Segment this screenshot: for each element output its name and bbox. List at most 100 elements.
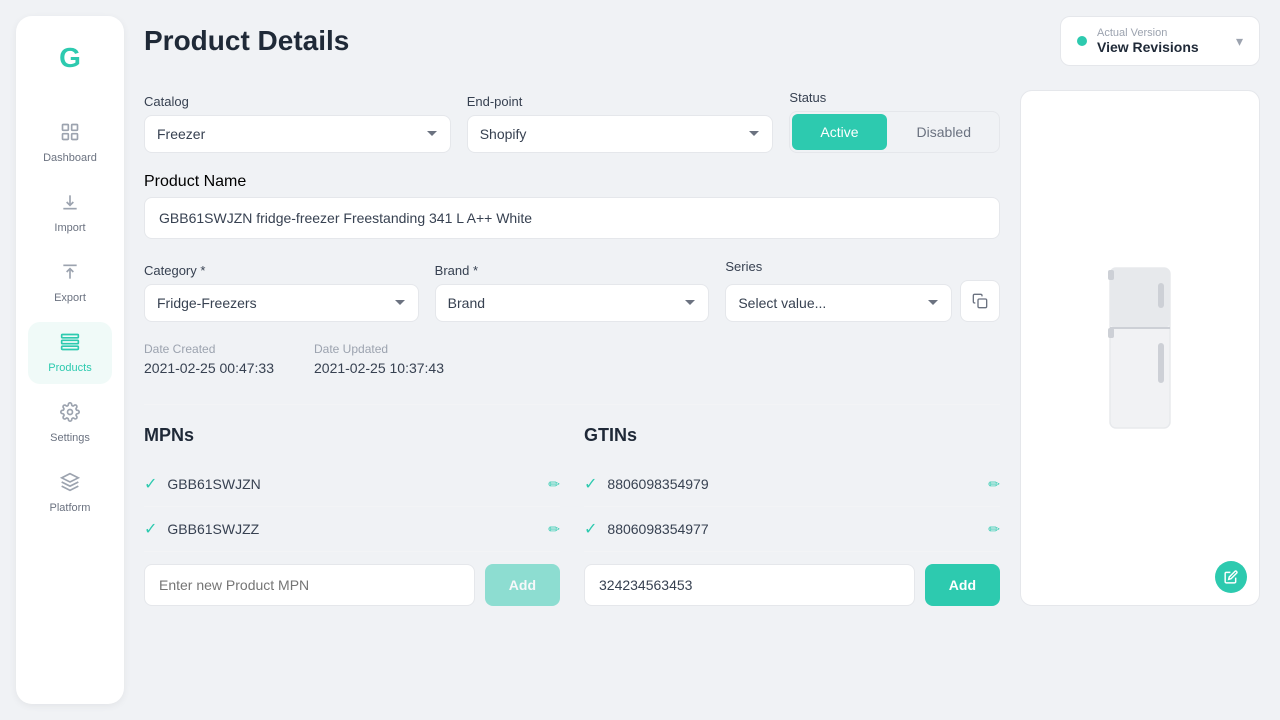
catalog-select[interactable]: Freezer: [144, 115, 451, 153]
gtin-edit-button-0[interactable]: ✏: [988, 476, 1000, 493]
main-content: Product Details Actual Version View Revi…: [124, 0, 1280, 720]
dates-row: Date Created 2021-02-25 00:47:33 Date Up…: [144, 342, 1000, 376]
category-brand-series-row: Category * Fridge-Freezers Brand * Brand…: [144, 259, 1000, 322]
mpn-input[interactable]: [144, 564, 475, 606]
chevron-down-icon: ▾: [1236, 33, 1243, 50]
status-active-button[interactable]: Active: [792, 114, 886, 150]
catalog-group: Catalog Freezer: [144, 94, 451, 153]
gtin-item-1: ✓ 8806098354977 ✏: [584, 507, 1000, 552]
product-image-panel: [1020, 90, 1260, 606]
date-created-group: Date Created 2021-02-25 00:47:33: [144, 342, 274, 376]
brand-label: Brand *: [435, 263, 710, 278]
image-edit-button[interactable]: [1215, 561, 1247, 593]
gtin-edit-button-1[interactable]: ✏: [988, 521, 1000, 538]
sidebar-item-settings[interactable]: Settings: [28, 392, 112, 454]
status-label: Status: [789, 90, 1000, 105]
version-status-dot: [1077, 36, 1087, 46]
sidebar-item-dashboard-label: Dashboard: [43, 152, 97, 164]
series-select[interactable]: Select value...: [725, 284, 952, 322]
gtin-check-icon-0: ✓: [584, 474, 597, 494]
mpns-column: MPNs ✓ GBB61SWJZN ✏ ✓ GBB61SWJZZ ✏: [144, 425, 560, 606]
gtin-value-1: 8806098354977: [607, 521, 708, 537]
date-created-value: 2021-02-25 00:47:33: [144, 360, 274, 376]
mpn-edit-button-1[interactable]: ✏: [548, 521, 560, 538]
mpn-add-button[interactable]: Add: [485, 564, 560, 606]
gtin-value-0: 8806098354979: [607, 476, 708, 492]
endpoint-select[interactable]: Shopify: [467, 115, 774, 153]
gtin-add-button[interactable]: Add: [925, 564, 1000, 606]
catalog-row: Catalog Freezer End-point Shopify Status…: [144, 90, 1000, 153]
date-updated-value: 2021-02-25 10:37:43: [314, 360, 444, 376]
gtin-item-0-left: ✓ 8806098354979: [584, 474, 709, 494]
gtins-column: GTINs ✓ 8806098354979 ✏ ✓ 8806098354977: [584, 425, 1000, 606]
app-logo: G: [48, 36, 92, 80]
status-group: Status Active Disabled: [789, 90, 1000, 153]
lists-section: MPNs ✓ GBB61SWJZN ✏ ✓ GBB61SWJZZ ✏: [144, 425, 1000, 606]
platform-icon: [60, 472, 80, 498]
gtin-item-1-left: ✓ 8806098354977: [584, 519, 709, 539]
dashboard-icon: [60, 122, 80, 148]
mpn-item-0-left: ✓ GBB61SWJZN: [144, 474, 261, 494]
mpn-item-1-left: ✓ GBB61SWJZZ: [144, 519, 259, 539]
status-disabled-button[interactable]: Disabled: [889, 112, 999, 152]
import-icon: [60, 192, 80, 218]
version-text: Actual Version View Revisions: [1097, 27, 1226, 55]
sidebar-item-import[interactable]: Import: [28, 182, 112, 244]
content-area: Catalog Freezer End-point Shopify Status…: [144, 90, 1260, 606]
product-name-group: Product Name: [144, 173, 1000, 239]
mpn-edit-button-0[interactable]: ✏: [548, 476, 560, 493]
gtin-add-row: Add: [584, 564, 1000, 606]
gtin-item-0: ✓ 8806098354979 ✏: [584, 462, 1000, 507]
gtin-check-icon-1: ✓: [584, 519, 597, 539]
sidebar-item-export[interactable]: Export: [28, 252, 112, 314]
series-label: Series: [725, 259, 1000, 274]
gtins-title: GTINs: [584, 425, 1000, 446]
image-placeholder: [1021, 91, 1259, 605]
products-icon: [60, 332, 80, 358]
sidebar-item-platform[interactable]: Platform: [28, 462, 112, 524]
brand-select[interactable]: Brand: [435, 284, 710, 322]
sidebar-item-export-label: Export: [54, 292, 86, 304]
mpn-value-0: GBB61SWJZN: [167, 476, 260, 492]
catalog-label: Catalog: [144, 94, 451, 109]
product-name-input[interactable]: [144, 197, 1000, 239]
version-dropdown[interactable]: Actual Version View Revisions ▾: [1060, 16, 1260, 66]
series-group: Series Select value...: [725, 259, 1000, 322]
sidebar-item-products[interactable]: Products: [28, 322, 112, 384]
category-select[interactable]: Fridge-Freezers: [144, 284, 419, 322]
version-label: Actual Version: [1097, 27, 1226, 39]
product-image: [1090, 258, 1190, 438]
category-label: Category *: [144, 263, 419, 278]
mpns-title: MPNs: [144, 425, 560, 446]
category-group: Category * Fridge-Freezers: [144, 263, 419, 322]
sidebar-nav: Dashboard Import Export Products Setting…: [16, 112, 124, 524]
series-with-button: Select value...: [725, 280, 1000, 322]
sidebar-item-dashboard[interactable]: Dashboard: [28, 112, 112, 174]
endpoint-label: End-point: [467, 94, 774, 109]
sidebar: G Dashboard Import Export Products: [16, 16, 124, 704]
product-name-label: Product Name: [144, 173, 1000, 191]
date-updated-label: Date Updated: [314, 342, 444, 356]
divider: [144, 404, 1000, 405]
sidebar-item-products-label: Products: [48, 362, 91, 374]
version-action: View Revisions: [1097, 39, 1226, 55]
mpn-item-0: ✓ GBB61SWJZN ✏: [144, 462, 560, 507]
sidebar-item-import-label: Import: [54, 222, 85, 234]
mpn-check-icon-0: ✓: [144, 474, 157, 494]
gtin-input[interactable]: [584, 564, 915, 606]
brand-group: Brand * Brand: [435, 263, 710, 322]
mpn-add-row: Add: [144, 564, 560, 606]
sidebar-item-settings-label: Settings: [50, 432, 90, 444]
mpn-value-1: GBB61SWJZZ: [167, 521, 259, 537]
date-updated-group: Date Updated 2021-02-25 10:37:43: [314, 342, 444, 376]
mpn-item-1: ✓ GBB61SWJZZ ✏: [144, 507, 560, 552]
series-copy-button[interactable]: [960, 280, 1000, 322]
settings-icon: [60, 402, 80, 428]
page-title: Product Details: [144, 25, 349, 57]
export-icon: [60, 262, 80, 288]
product-form: Catalog Freezer End-point Shopify Status…: [144, 90, 1000, 606]
endpoint-group: End-point Shopify: [467, 94, 774, 153]
sidebar-item-platform-label: Platform: [50, 502, 91, 514]
status-toggle: Active Disabled: [789, 111, 1000, 153]
page-header: Product Details Actual Version View Revi…: [144, 16, 1260, 66]
